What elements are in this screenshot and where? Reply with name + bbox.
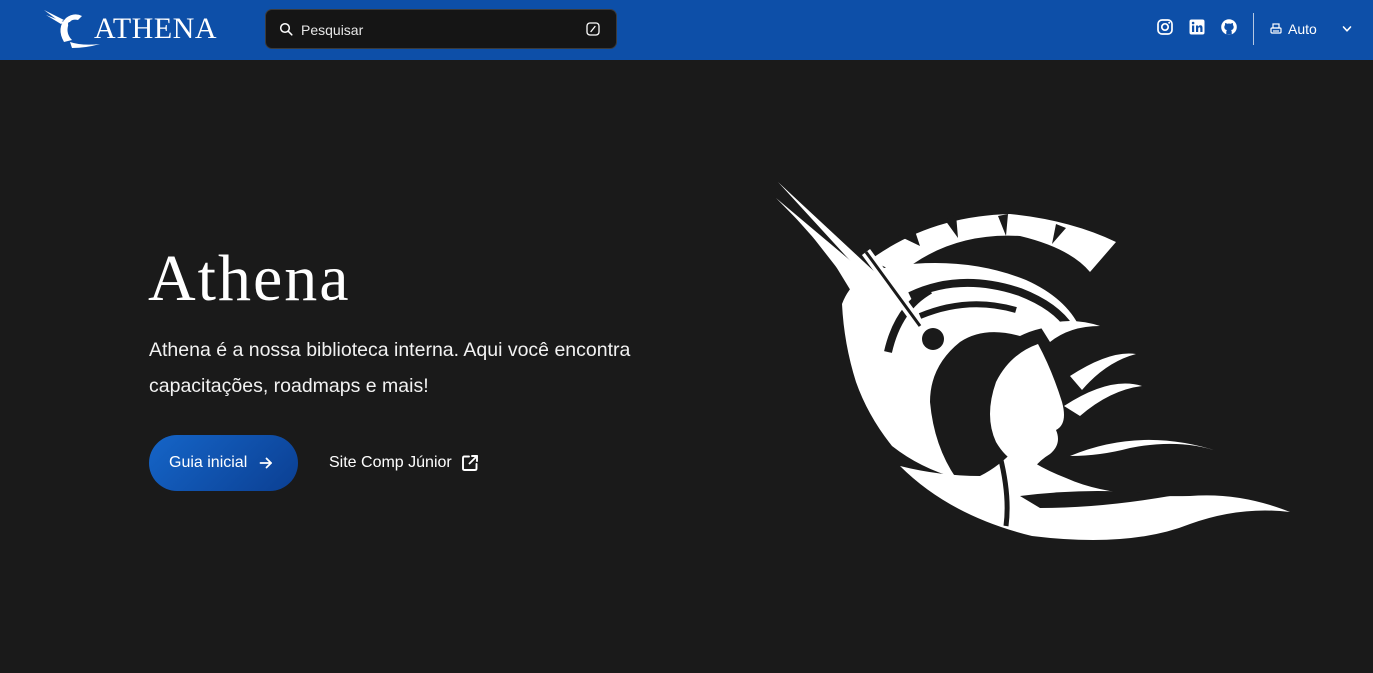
theme-label: Auto: [1288, 21, 1317, 37]
chevron-down-icon: [1342, 26, 1352, 32]
athena-helmet-logo-icon: [44, 10, 100, 48]
hero-title: Athena: [148, 242, 351, 315]
linkedin-icon[interactable]: [1188, 18, 1206, 36]
guia-inicial-button[interactable]: Guia inicial: [149, 435, 298, 491]
site-comp-junior-label: Site Comp Júnior: [329, 454, 452, 471]
site-comp-junior-link[interactable]: Site Comp Júnior: [329, 445, 489, 481]
athena-warrior-illustration: [776, 182, 1290, 540]
search-icon: [279, 22, 293, 36]
hero-tagline: Athena é a nossa biblioteca interna. Aqu…: [149, 339, 631, 397]
guia-inicial-label: Guia inicial: [169, 454, 248, 471]
navbar-divider: [1253, 13, 1254, 45]
top-navbar: ATHENA Pesquisar Auto: [0, 0, 1373, 60]
instagram-icon[interactable]: [1156, 18, 1174, 36]
search-box[interactable]: Pesquisar: [265, 9, 617, 49]
brand-name: ATHENA: [94, 12, 217, 45]
theme-selector[interactable]: Auto: [1264, 14, 1360, 44]
arrow-right-icon: [259, 457, 272, 469]
external-link-icon: [462, 455, 478, 471]
keyboard-shortcut-icon: [586, 22, 600, 36]
brand-logo-link[interactable]: ATHENA: [42, 6, 222, 50]
github-icon[interactable]: [1220, 18, 1238, 36]
printer-icon: [1270, 23, 1282, 34]
search-placeholder: Pesquisar: [301, 22, 364, 38]
